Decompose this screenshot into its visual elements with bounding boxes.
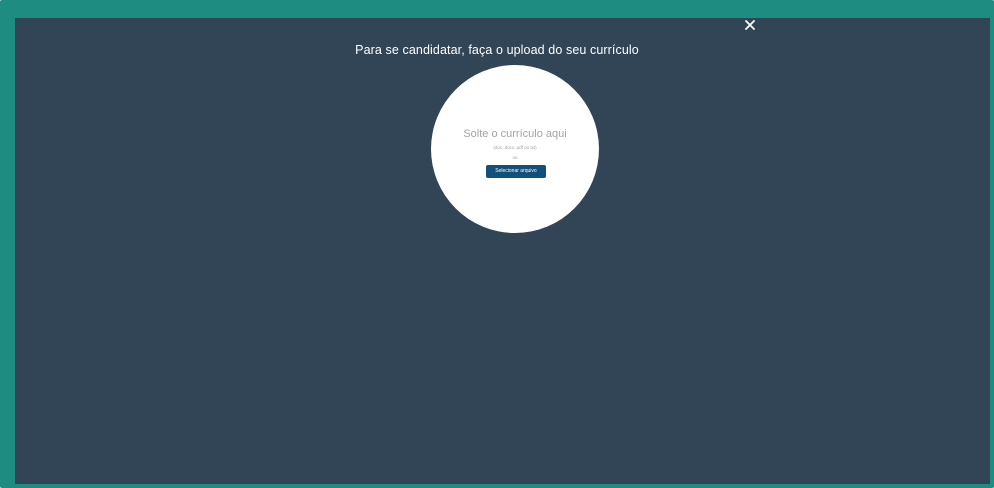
dropzone-formats: (doc, docx, pdf ou txt)	[493, 145, 537, 150]
dropzone-or-text: ou	[512, 155, 518, 160]
dropzone-title: Solte o currículo aqui	[463, 128, 567, 140]
select-file-button[interactable]: Selecionar arquivo	[486, 165, 546, 178]
window-frame: Para se candidatar, faça o upload do seu…	[0, 0, 994, 488]
modal-title: Para se candidatar, faça o upload do seu…	[355, 43, 639, 57]
close-button[interactable]	[741, 17, 759, 35]
close-icon	[745, 20, 755, 30]
resume-dropzone[interactable]: Solte o currículo aqui (doc, docx, pdf o…	[431, 65, 599, 233]
